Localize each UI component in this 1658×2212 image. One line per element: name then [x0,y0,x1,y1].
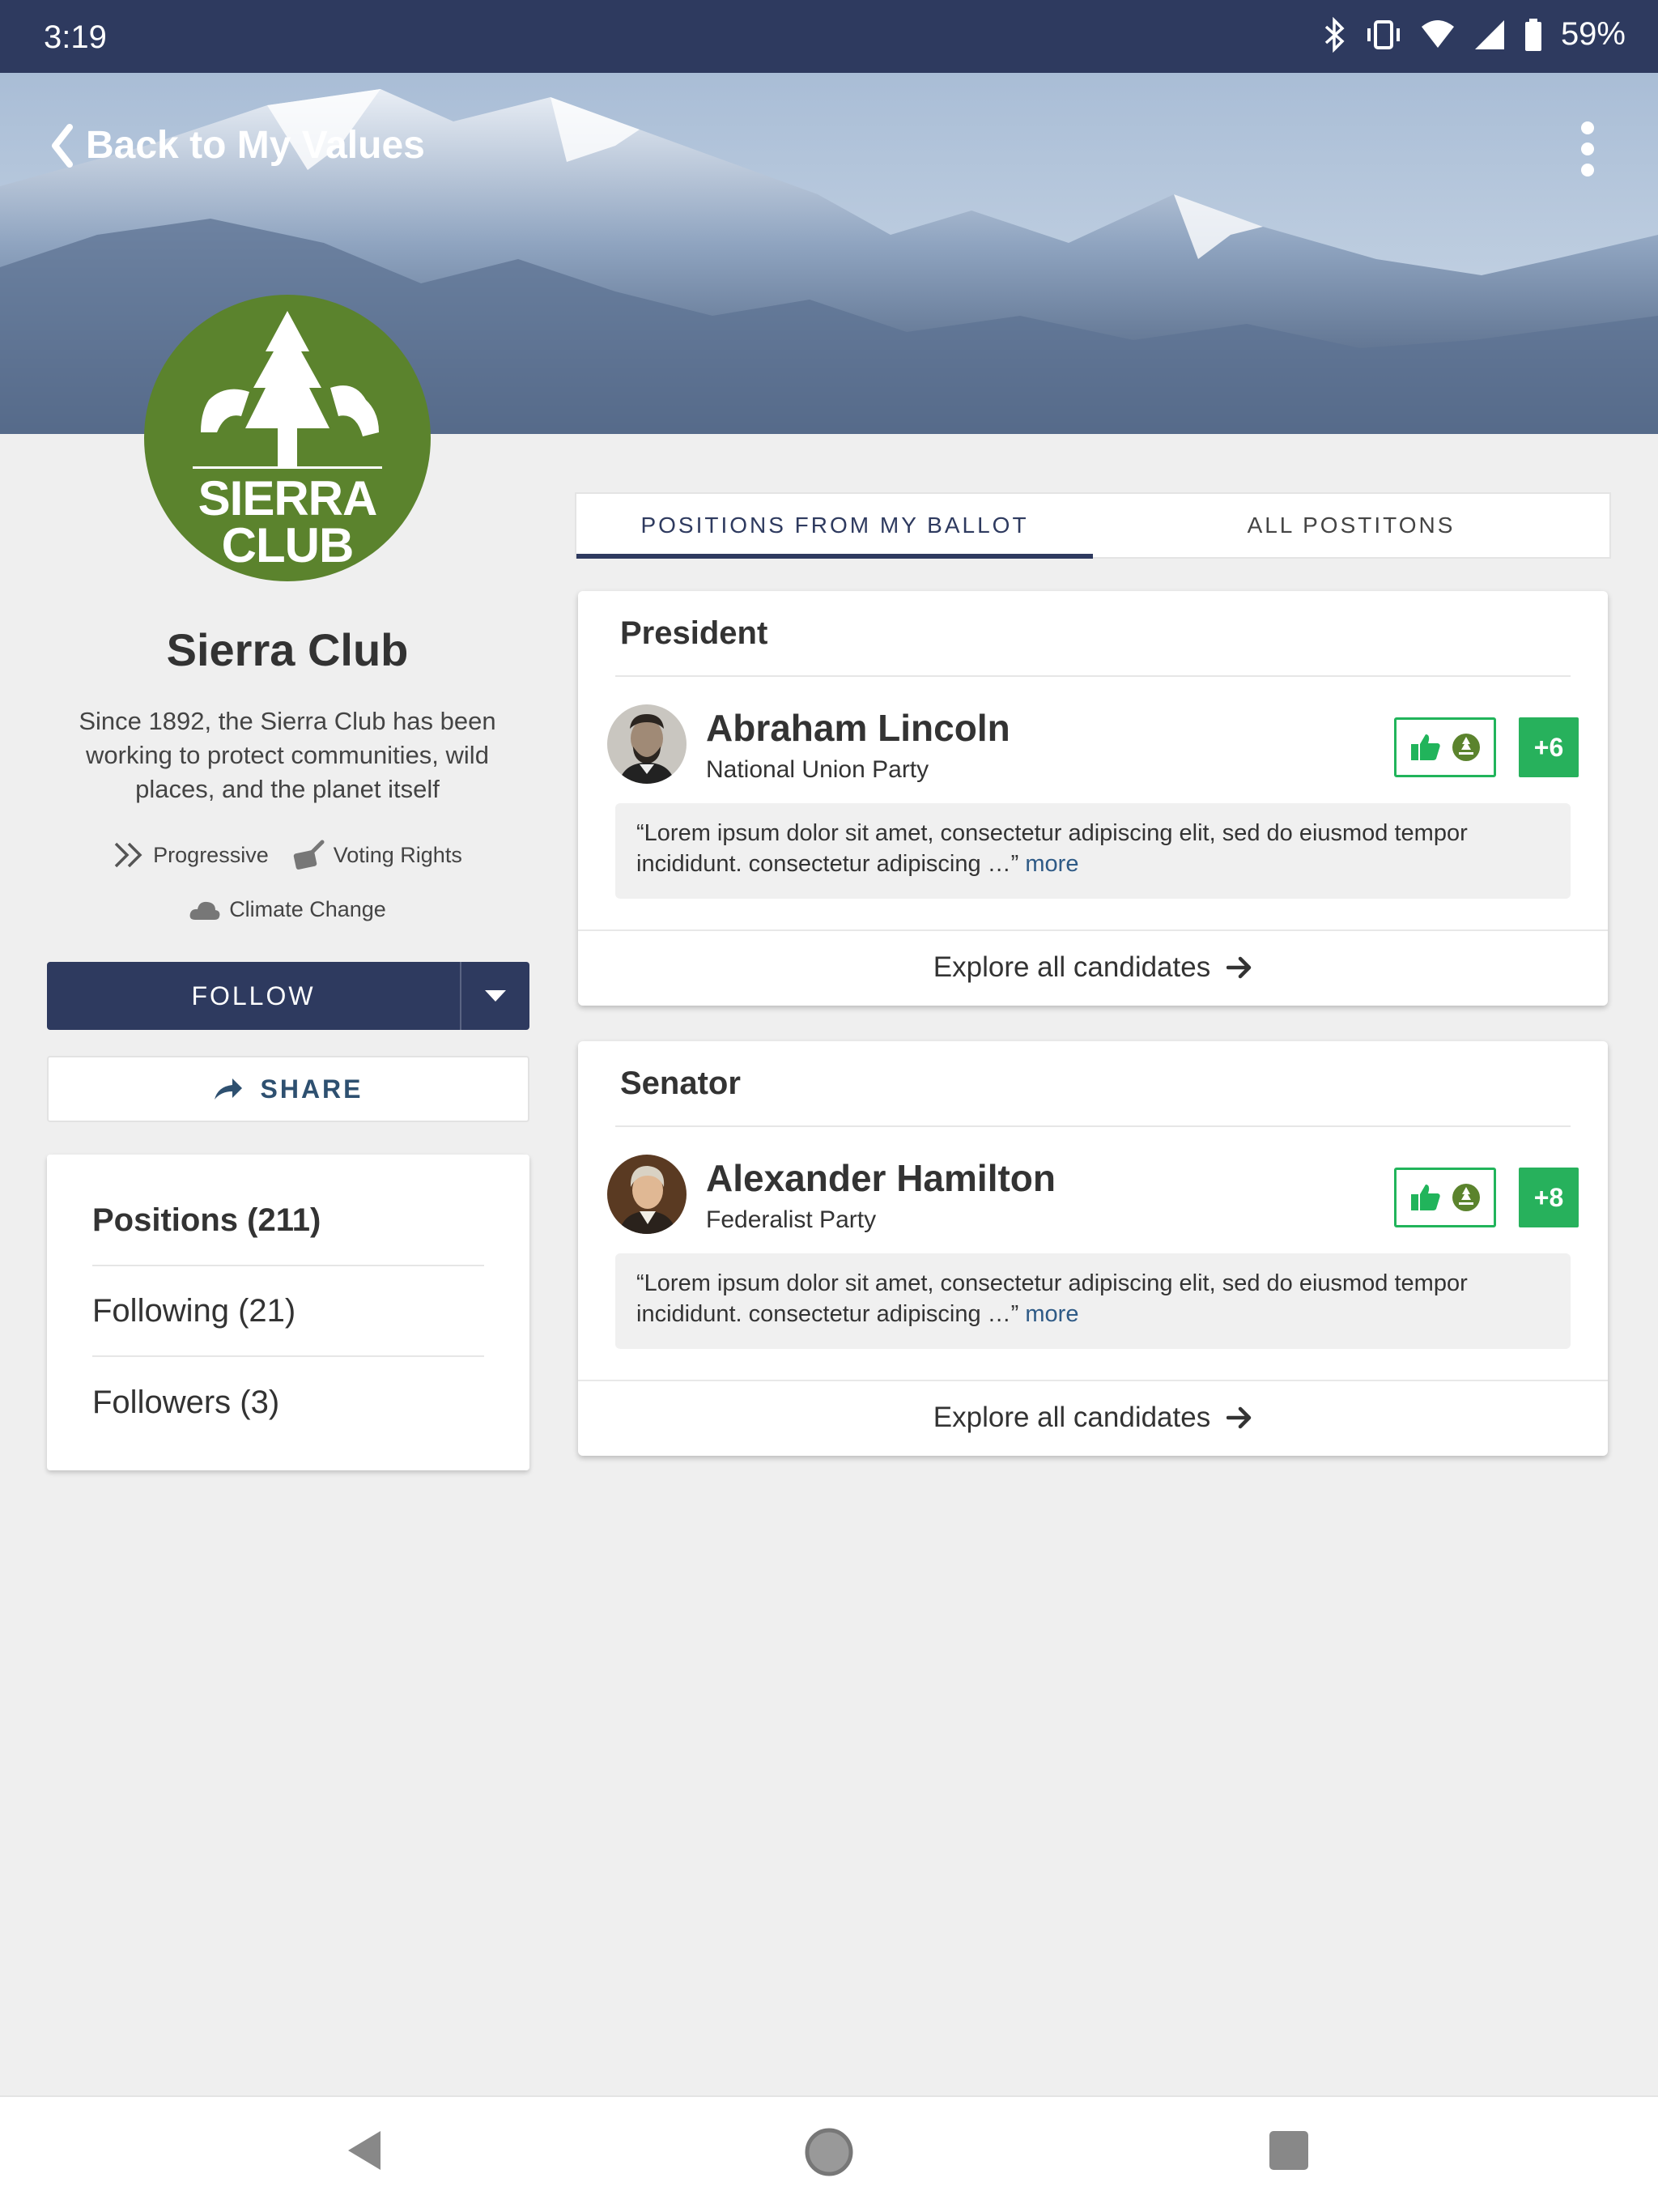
explore-candidates-link[interactable]: Explore all candidates [578,1381,1608,1454]
issue-tags: Progressive Voting Rights Climate Change [47,839,528,948]
organization-logo: SIERRA CLUB [144,295,431,581]
system-navigation-bar [0,2095,1658,2212]
share-arrow-icon [215,1078,243,1100]
tag-label: Progressive [153,842,269,867]
status-bar: 3:19 59% [0,0,1658,73]
double-chevron-icon [114,842,142,868]
chevron-left-icon [52,123,73,168]
tag-voting-rights[interactable]: Voting Rights [291,839,462,871]
share-button[interactable]: SHARE [47,1056,529,1122]
office-title: Senator [620,1066,741,1101]
tag-label: Climate Change [229,897,386,921]
office-title: President [620,615,768,651]
cloud-icon [189,901,220,920]
organization-name: Sierra Club [166,624,409,675]
candidate-party: National Union Party [706,756,929,783]
back-label: Back to My Values [86,124,425,167]
more-link[interactable]: more [1025,851,1078,877]
followers-link[interactable]: Followers (3) [92,1357,484,1448]
positions-tabs: POSITIONS FROM MY BALLOT ALL POSTITONS [575,492,1611,559]
following-link[interactable]: Following (21) [92,1266,484,1357]
position-quote: “Lorem ipsum dolor sit amet, consectetur… [615,1253,1571,1349]
battery-percent: 59% [1560,16,1626,52]
share-label: SHARE [260,1074,363,1104]
score-badge[interactable]: +8 [1519,1168,1579,1227]
thumbs-up-icon [1411,1185,1440,1210]
logo-text-line2: CLUB [221,518,355,572]
wifi-icon [1421,19,1454,48]
candidate-name[interactable]: Alexander Hamilton [706,1156,1056,1200]
battery-icon [1524,18,1541,51]
bluetooth-icon [1324,16,1345,53]
portrait-hamilton [607,1155,687,1234]
more-options-icon[interactable] [1575,121,1600,178]
candidate-name[interactable]: Abraham Lincoln [706,706,1010,750]
positions-link[interactable]: Positions (211) [92,1176,484,1266]
more-link[interactable]: more [1025,1301,1078,1327]
endorsement-badge[interactable] [1394,717,1496,777]
endorsement-badge[interactable] [1394,1168,1496,1227]
stats-card: Positions (211) Following (21) Followers… [47,1155,529,1470]
candidate-avatar[interactable] [607,704,687,784]
signal-icon [1474,19,1504,49]
position-quote: “Lorem ipsum dolor sit amet, consectetur… [615,803,1571,899]
candidate-party: Federalist Party [706,1206,877,1233]
candidate-avatar[interactable] [607,1155,687,1234]
recents-square-icon[interactable] [1268,2126,1310,2175]
arrow-right-icon [1226,1406,1252,1429]
tab-all-positions[interactable]: ALL POSTITONS [1093,494,1609,557]
tag-climate-change[interactable]: Climate Change [189,897,386,922]
back-button[interactable]: Back to My Values [50,123,425,168]
caret-down-icon [485,990,506,1002]
tag-label: Voting Rights [333,842,462,867]
organization-description: Since 1892, the Sierra Club has been wor… [79,707,496,803]
ballot-pen-icon [293,840,325,870]
thumbs-up-icon [1411,734,1440,760]
explore-label: Explore all candidates [933,1402,1211,1433]
tag-progressive[interactable]: Progressive [113,841,269,869]
explore-label: Explore all candidates [933,951,1211,983]
vibrate-icon [1367,19,1400,49]
race-card-senator: Senator Alexander Hamilton Federalist Pa… [578,1041,1608,1456]
status-time: 3:19 [44,19,107,55]
back-triangle-icon[interactable] [343,2126,384,2175]
follow-button[interactable]: FOLLOW [47,962,460,1030]
arrow-right-icon [1226,956,1252,979]
divider [615,675,1571,677]
logo-text-line1: SIERRA [198,471,378,525]
explore-candidates-link[interactable]: Explore all candidates [578,931,1608,1004]
divider [615,1125,1571,1127]
status-icons: 59% [1323,16,1626,53]
home-circle-icon[interactable] [803,2126,855,2178]
sierra-club-badge-icon [1452,734,1480,761]
race-card-president: President Abraham Lincoln National Union… [578,591,1608,1006]
sierra-club-badge-icon [1452,1184,1480,1211]
score-badge[interactable]: +6 [1519,717,1579,777]
tab-positions-from-my-ballot[interactable]: POSITIONS FROM MY BALLOT [576,494,1093,559]
portrait-lincoln [607,704,687,784]
follow-button-group: FOLLOW [47,962,529,1030]
follow-dropdown-button[interactable] [461,962,529,1030]
